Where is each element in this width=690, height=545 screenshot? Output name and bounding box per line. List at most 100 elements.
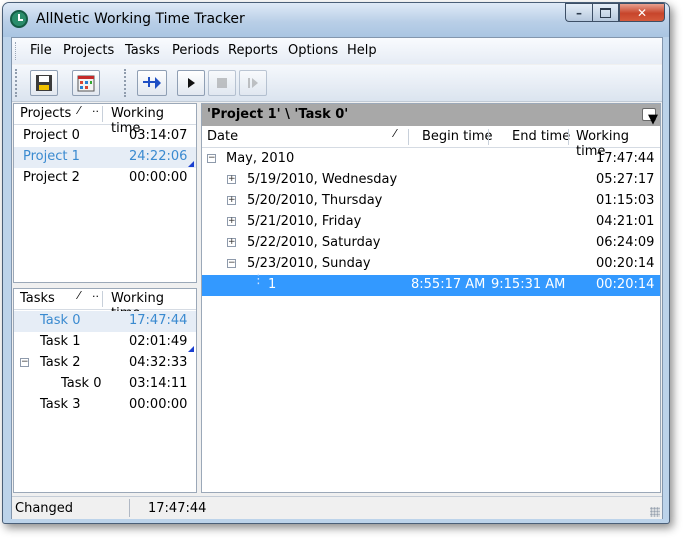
close-icon: ✕ — [636, 5, 648, 20]
status-divider — [129, 499, 130, 517]
collapse-icon[interactable]: − — [207, 154, 216, 163]
task-time: 04:32:33 — [129, 355, 188, 370]
add-period-icon — [143, 77, 161, 89]
project-row[interactable]: Project 0 03:14:07 — [14, 126, 196, 147]
periods-header: Date ⁄ Begin time End time Working time — [202, 127, 660, 159]
day-row[interactable]: + 5/21/2010, Friday 04:21:01 — [202, 212, 660, 233]
project-name: Project 1 — [23, 149, 80, 164]
sort-icon: ⁄ — [394, 127, 396, 140]
period-date: 5/22/2010, Saturday — [247, 235, 381, 250]
status-time: 17:47:44 — [148, 501, 207, 516]
collapse-icon[interactable]: − — [20, 358, 29, 367]
more-icon[interactable]: .. — [92, 287, 99, 300]
day-row[interactable]: − 5/23/2010, Sunday 00:20:14 — [202, 254, 660, 275]
current-path: 'Project 1' \ 'Task 0' — [207, 107, 349, 122]
subtask-row[interactable]: Task 0 03:14:11 — [14, 374, 196, 395]
expand-icon[interactable]: + — [227, 196, 236, 205]
day-row[interactable]: + 5/20/2010, Thursday 01:15:03 — [202, 191, 660, 212]
column-divider[interactable] — [102, 106, 103, 122]
period-time: 01:15:03 — [596, 193, 655, 208]
add-period-button[interactable] — [137, 70, 167, 96]
collapse-icon[interactable]: − — [227, 259, 236, 268]
projects-column-header[interactable]: Projects — [20, 106, 71, 121]
project-row[interactable]: Project 2 00:00:00 — [14, 168, 196, 189]
client-area: File Projects Tasks Periods Reports Opti… — [11, 37, 663, 519]
periods-pane: 'Project 1' \ 'Task 0' ▼ Date ⁄ Begin ti… — [201, 103, 661, 493]
column-divider[interactable] — [488, 129, 489, 145]
save-button[interactable] — [30, 70, 58, 96]
task-row-selected[interactable]: Task 0 17:47:44 — [14, 311, 196, 332]
start-button[interactable] — [177, 70, 205, 96]
tasks-column-header[interactable]: Tasks — [20, 291, 55, 306]
toolbar-grip-2[interactable] — [124, 69, 129, 97]
save-icon — [36, 75, 52, 91]
chevron-down-icon: ▼ — [648, 112, 658, 127]
menu-options[interactable]: Options — [288, 43, 338, 58]
menu-periods[interactable]: Periods — [172, 43, 219, 58]
menu-help[interactable]: Help — [347, 43, 377, 58]
task-row[interactable]: Task 1 02:01:49 — [14, 332, 196, 353]
period-end: 9:15:31 AM — [491, 277, 566, 292]
project-row-selected[interactable]: Project 1 24:22:06 — [14, 147, 196, 168]
task-name: Task 0 — [61, 376, 102, 391]
period-row-selected[interactable]: ⋮ 1 8:55:17 AM 9:15:31 AM 00:20:14 — [202, 272, 660, 296]
task-name: Task 0 — [40, 313, 81, 328]
period-time: 04:21:01 — [596, 214, 655, 229]
day-row[interactable]: + 5/19/2010, Wednesday 05:27:17 — [202, 170, 660, 191]
toolbar-grip[interactable] — [15, 69, 20, 97]
task-row[interactable]: − Task 2 04:32:33 — [14, 353, 196, 374]
minimize-icon: – — [576, 5, 582, 20]
month-row[interactable]: − May, 2010 17:47:44 — [202, 149, 660, 170]
pause-button[interactable] — [239, 70, 267, 96]
column-divider[interactable] — [102, 291, 103, 307]
status-state: Changed — [15, 501, 74, 516]
stop-button[interactable] — [208, 70, 236, 96]
task-row[interactable]: Task 3 00:00:00 — [14, 395, 196, 416]
toolbar — [12, 65, 662, 102]
period-time: 06:24:09 — [596, 235, 655, 250]
tasks-header: Tasks ⁄ .. Working time — [14, 287, 196, 321]
menu-projects[interactable]: Projects — [63, 43, 114, 58]
menu-grip[interactable] — [15, 42, 19, 60]
task-time: 17:47:44 — [129, 313, 188, 328]
title-bar[interactable]: AllNetic Working Time Tracker – ✕ — [3, 3, 669, 37]
menu-reports[interactable]: Reports — [228, 43, 278, 58]
period-date: May, 2010 — [226, 151, 295, 166]
menu-tasks[interactable]: Tasks — [125, 43, 160, 58]
column-divider[interactable] — [568, 129, 569, 145]
expand-icon[interactable]: + — [227, 175, 236, 184]
end-time-column-header[interactable]: End time — [512, 129, 570, 144]
clock-icon — [10, 10, 28, 28]
left-pane: Projects ⁄ .. Working time Project 0 03:… — [13, 102, 197, 493]
maximize-button[interactable] — [592, 3, 619, 22]
projects-header: Projects ⁄ .. Working time — [14, 102, 196, 136]
date-column-header[interactable]: Date — [207, 129, 238, 144]
menu-file[interactable]: File — [30, 43, 52, 58]
day-row[interactable]: + 5/22/2010, Saturday 06:24:09 — [202, 233, 660, 254]
task-name: Task 2 — [40, 355, 81, 370]
period-date: 5/23/2010, Sunday — [247, 256, 371, 271]
expand-icon[interactable]: + — [227, 217, 236, 226]
task-time: 03:14:11 — [129, 376, 188, 391]
project-name: Project 0 — [23, 128, 80, 143]
report-button[interactable] — [72, 70, 100, 96]
more-icon[interactable]: .. — [92, 102, 99, 115]
project-time: 00:00:00 — [129, 170, 188, 185]
expand-icon[interactable]: + — [227, 238, 236, 247]
tasks-panel: Tasks ⁄ .. Working time Task 0 17:47:44 … — [13, 287, 197, 493]
minimize-button[interactable]: – — [565, 3, 592, 22]
window-title: AllNetic Working Time Tracker — [36, 11, 245, 27]
sort-icon: ⁄ — [78, 289, 80, 302]
path-dropdown-button[interactable]: ▼ — [642, 108, 658, 127]
path-bar: 'Project 1' \ 'Task 0' ▼ — [202, 104, 660, 127]
tree-line-icon: ⋮ — [252, 272, 265, 287]
resize-grip-icon[interactable] — [650, 507, 660, 517]
close-button[interactable]: ✕ — [619, 3, 665, 22]
menu-bar: File Projects Tasks Periods Reports Opti… — [12, 38, 662, 64]
projects-panel: Projects ⁄ .. Working time Project 0 03:… — [13, 102, 197, 283]
period-time: 00:20:14 — [596, 277, 655, 292]
column-divider[interactable] — [408, 129, 409, 145]
period-date: 5/20/2010, Thursday — [247, 193, 383, 208]
active-marker-icon — [188, 161, 194, 167]
begin-time-column-header[interactable]: Begin time — [422, 129, 493, 144]
